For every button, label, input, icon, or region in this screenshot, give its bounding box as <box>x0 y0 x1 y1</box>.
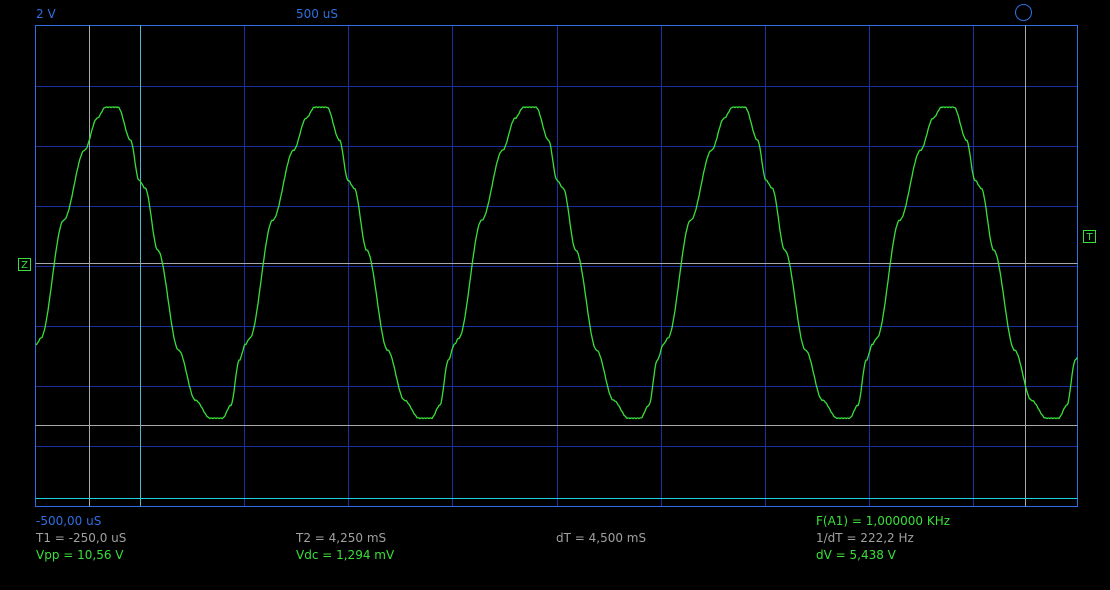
oscilloscope-screen <box>35 25 1078 507</box>
channel-a-trace <box>35 106 1078 420</box>
frequency-readout: F(A1) = 1,000000 KHz <box>816 514 951 528</box>
graticule-grid <box>35 25 1078 507</box>
ground-level-marker[interactable]: Z <box>18 258 31 271</box>
vdc-readout: Vdc = 1,294 mV <box>296 548 395 562</box>
t2-cursor-readout: T2 = 4,250 mS <box>296 531 387 545</box>
vpp-readout: Vpp = 10,56 V <box>36 548 124 562</box>
inverse-delta-time-readout: 1/dT = 222,2 Hz <box>816 531 914 545</box>
t1-cursor-readout: T1 = -250,0 uS <box>36 531 127 545</box>
delta-time-readout: dT = 4,500 mS <box>556 531 647 545</box>
time-offset-readout: -500,00 uS <box>36 514 102 528</box>
trigger-level-marker[interactable]: T <box>1083 230 1096 243</box>
delta-voltage-readout: dV = 5,438 V <box>816 548 896 562</box>
